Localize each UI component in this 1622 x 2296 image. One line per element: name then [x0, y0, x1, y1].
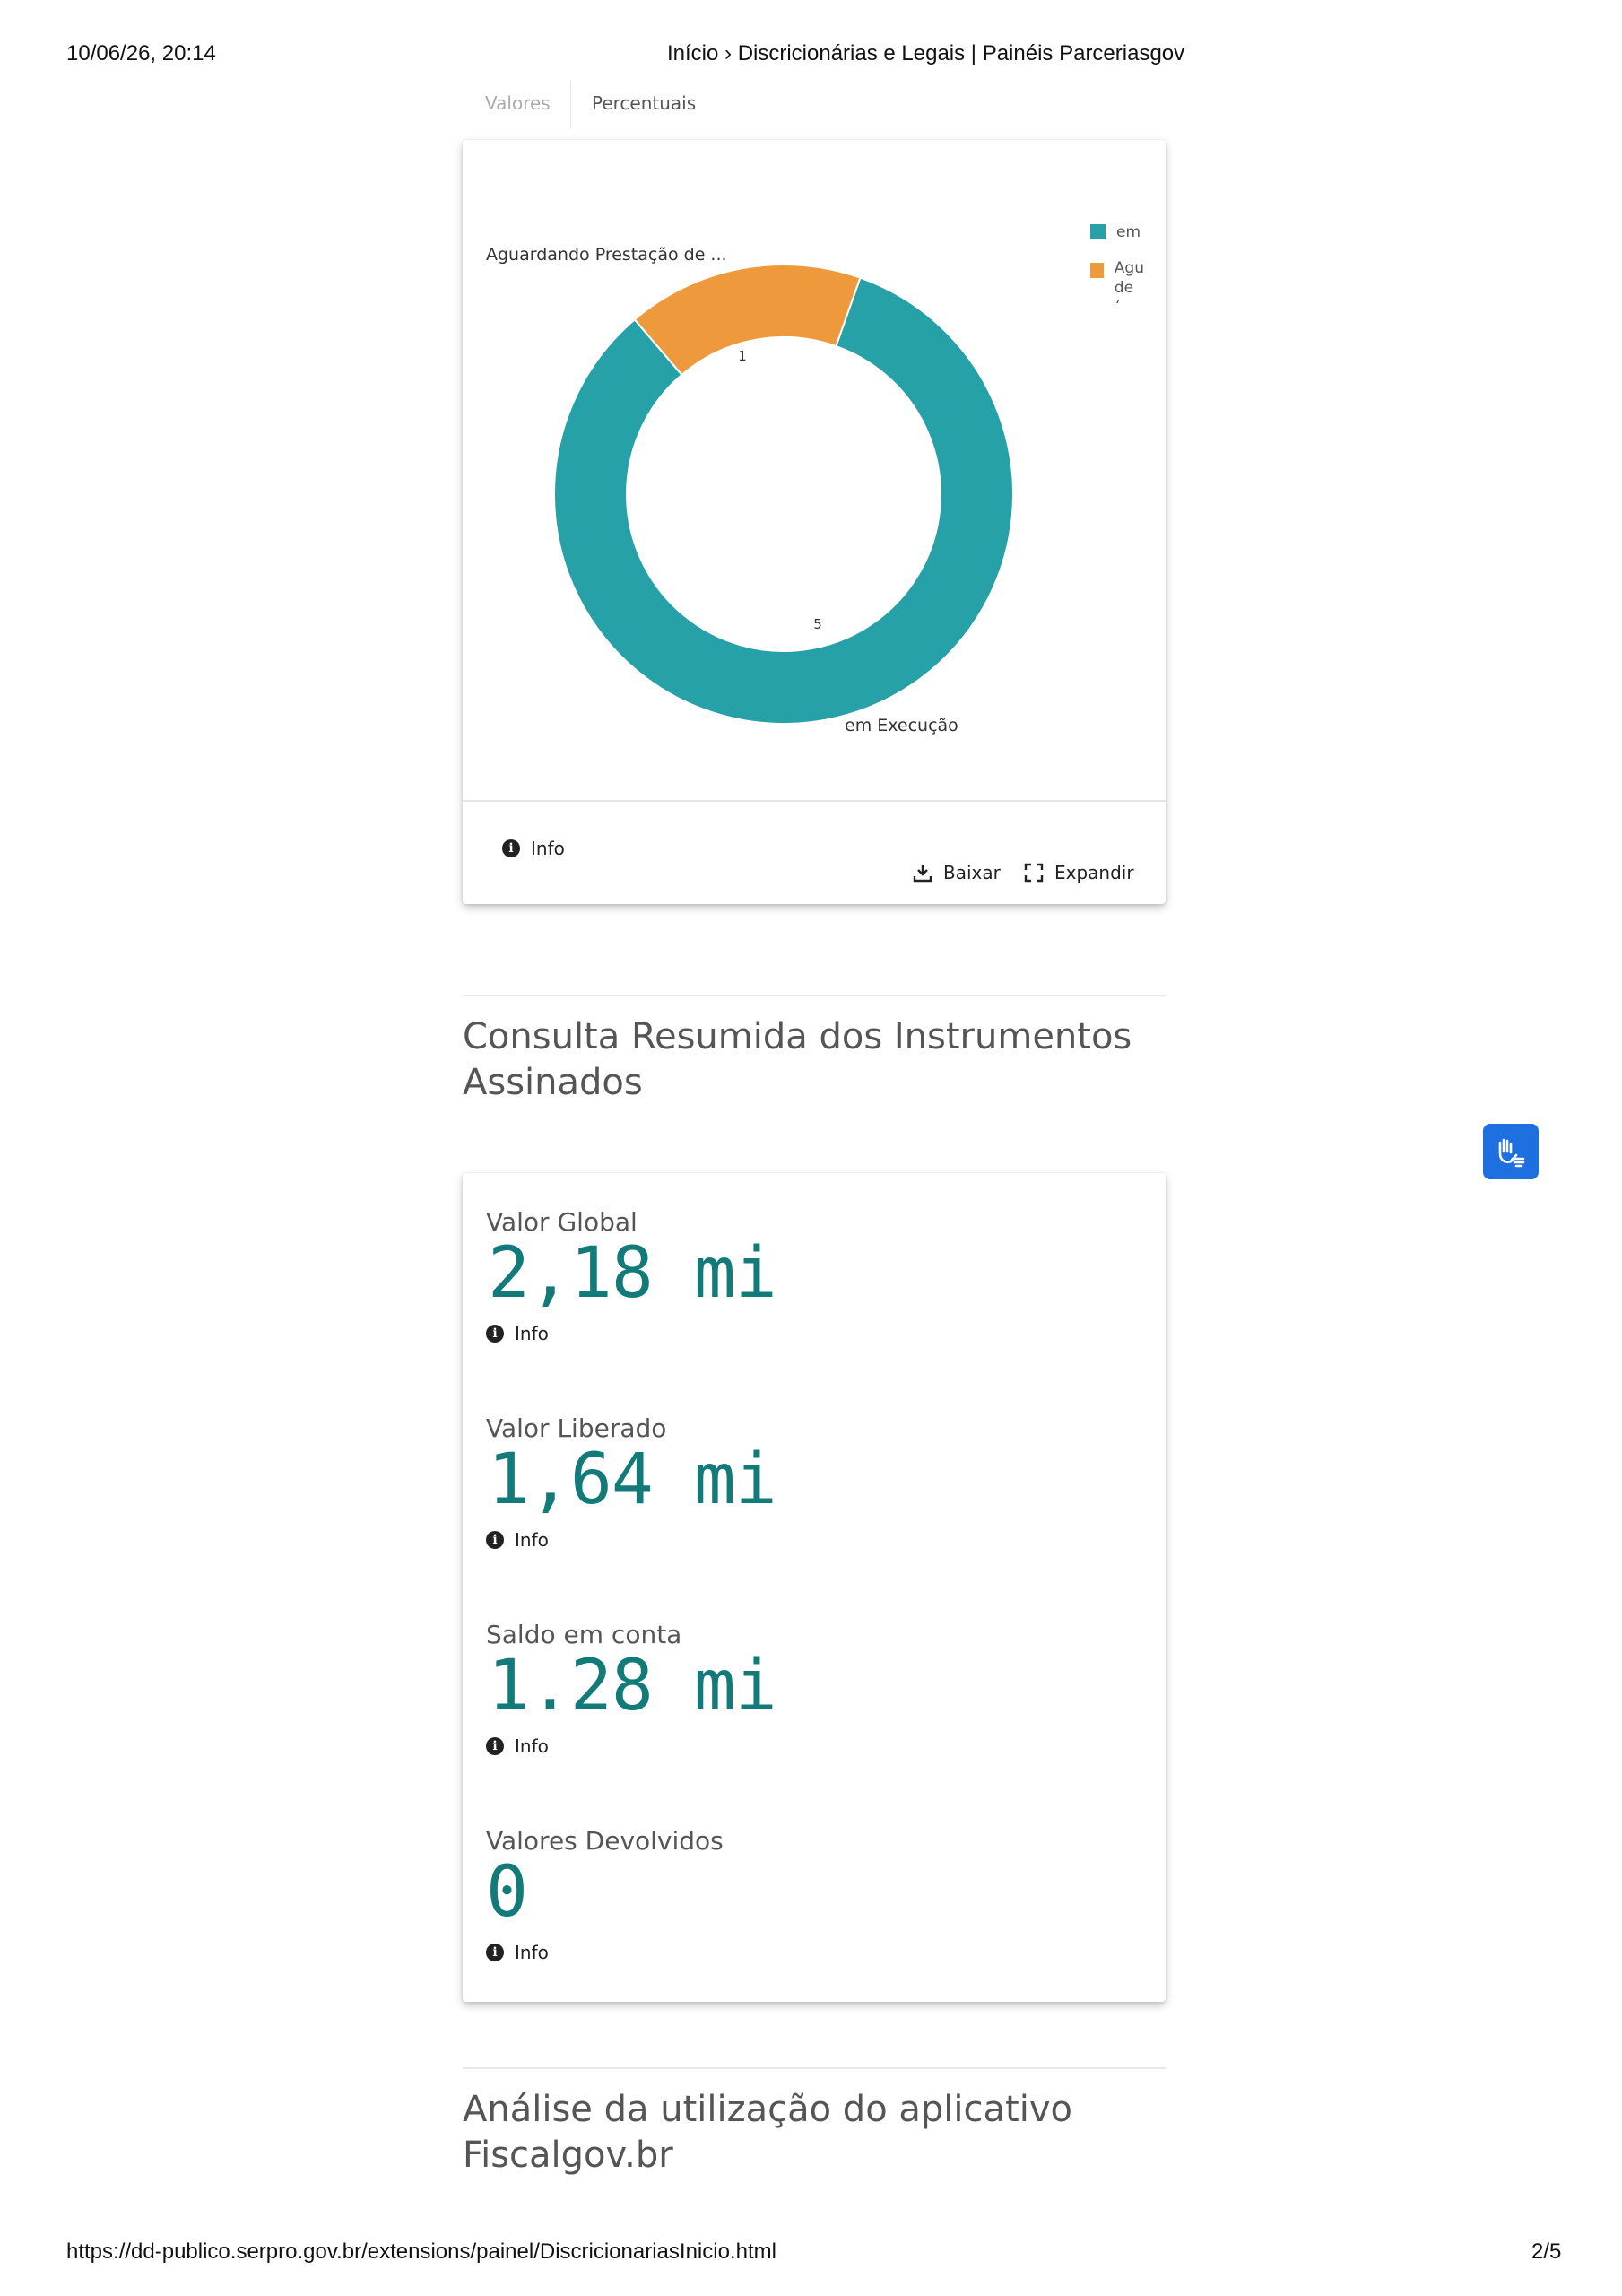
kpi-info-button[interactable]: i Info — [486, 1942, 724, 1963]
kpi-info-button[interactable]: i Info — [486, 1735, 776, 1757]
slice-value-em-execucao: 5 — [813, 616, 822, 632]
chart-card: Aguardando Prestação de ... 1 5 em Execu… — [463, 140, 1166, 904]
kpi-info-button[interactable]: i Info — [486, 1323, 776, 1344]
tab-valores[interactable]: Valores — [485, 92, 551, 114]
section-divider-summary — [463, 995, 1166, 996]
chart-card-divider — [463, 800, 1166, 802]
sign-language-hands-icon — [1498, 1138, 1525, 1168]
download-label: Baixar — [943, 862, 1001, 883]
usage-section-title: Análise da utilização do aplicativo Fisc… — [463, 2089, 1072, 2176]
donut-slice-em-execucao[interactable] — [553, 276, 1014, 725]
info-icon: i — [502, 839, 520, 857]
info-icon: i — [486, 1944, 504, 1961]
accessibility-button[interactable] — [1483, 1124, 1539, 1179]
slice-label-aguardando: Aguardando Prestação de ... — [486, 245, 727, 265]
summary-section-title: Consulta Resumida dos Instrumentos Assin… — [463, 1016, 1132, 1103]
chart-info-button[interactable]: i Info — [502, 838, 565, 859]
section-divider-usage — [463, 2067, 1166, 2069]
expand-label: Expandir — [1054, 862, 1134, 883]
download-icon — [913, 865, 932, 883]
print-page-title: Início › Discricionárias e Legais | Pain… — [667, 41, 1185, 65]
kpi-value: 0 — [486, 1852, 528, 1933]
expand-button[interactable]: Expandir — [1024, 862, 1134, 883]
kpi-info-label: Info — [515, 1529, 549, 1551]
tab-percentuais[interactable]: Percentuais — [592, 92, 696, 114]
kpi-info-button[interactable]: i Info — [486, 1529, 776, 1551]
kpi-card: Valor Global 2,18 mi i Info Valor Libera… — [463, 1173, 1166, 2002]
kpi-value: 1,64 mi — [488, 1439, 777, 1520]
slice-label-em-execucao: em Execução — [845, 716, 958, 735]
slice-value-aguardando: 1 — [738, 348, 747, 364]
legend-label-em-execucao: em — [1116, 223, 1141, 241]
legend-swatch-orange — [1090, 263, 1104, 278]
chart-info-label: Info — [531, 838, 565, 859]
kpi-info-label: Info — [515, 1942, 549, 1963]
info-icon: i — [486, 1325, 504, 1343]
info-icon: i — [486, 1531, 504, 1549]
legend-label-aguardando-line2: de ( — [1114, 279, 1134, 303]
legend-item-aguardando[interactable]: Agu de ( — [1090, 258, 1144, 303]
chart-legend: em Agu de ( — [1090, 222, 1144, 303]
legend-item-em-execucao[interactable]: em — [1090, 222, 1144, 242]
print-datetime: 10/06/26, 20:14 — [66, 41, 216, 65]
kpi-info-label: Info — [515, 1323, 549, 1344]
info-icon: i — [486, 1737, 504, 1755]
legend-swatch-teal — [1090, 224, 1106, 239]
kpi-valor-global: Valor Global 2,18 mi i Info — [486, 1207, 777, 1344]
kpi-value: 1.28 mi — [488, 1646, 777, 1726]
print-url: https://dd-publico.serpro.gov.br/extensi… — [66, 2239, 776, 2264]
kpi-valor-liberado: Valor Liberado 1,64 mi i Info — [486, 1413, 777, 1551]
download-button[interactable]: Baixar — [913, 862, 1001, 883]
kpi-saldo-em-conta: Saldo em conta 1.28 mi i Info — [486, 1620, 777, 1757]
tab-separator — [570, 81, 571, 129]
kpi-info-label: Info — [515, 1735, 549, 1757]
kpi-valores-devolvidos: Valores Devolvidos 0 i Info — [486, 1826, 724, 1963]
expand-icon — [1024, 863, 1044, 883]
legend-label-aguardando: Agu — [1114, 259, 1144, 277]
print-page-number: 2/5 — [1531, 2239, 1562, 2264]
kpi-value: 2,18 mi — [488, 1233, 777, 1314]
donut-chart: Aguardando Prestação de ... 1 5 em Execu… — [486, 245, 1014, 735]
